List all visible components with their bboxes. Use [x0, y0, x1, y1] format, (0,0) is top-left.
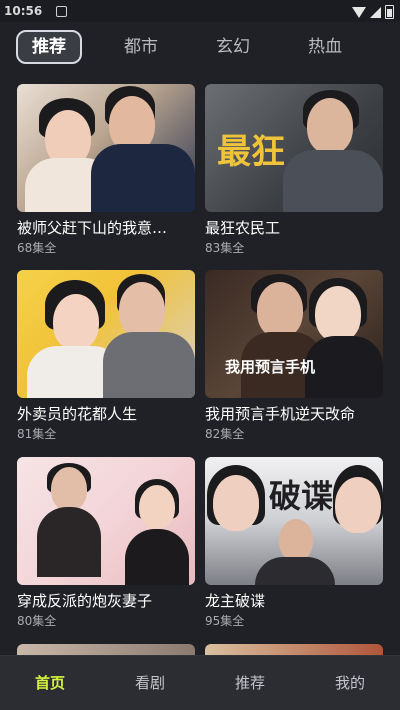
episode-count: 82集全 — [205, 427, 245, 441]
drama-title: 我用预言手机逆天改命 — [205, 405, 356, 423]
status-time: 10:56 — [4, 4, 43, 18]
tab-action[interactable]: 热血 — [292, 30, 358, 64]
drama-title: 最狂农民工 — [205, 219, 281, 237]
tab-recommend[interactable]: 推荐 — [16, 30, 82, 64]
drama-poster[interactable] — [17, 84, 195, 212]
poster-title-text: 我用预言手机 — [225, 358, 316, 376]
episode-count: 95集全 — [205, 614, 245, 628]
drama-card[interactable]: 破谍 龙主破谍 95集全 — [205, 457, 383, 629]
drama-card[interactable]: 最狂 最狂农民工 83集全 — [205, 84, 383, 256]
battery-icon — [385, 5, 394, 19]
signal-icon — [370, 6, 381, 18]
drama-poster[interactable]: 破谍 — [205, 457, 383, 585]
status-icons — [352, 5, 394, 19]
drama-title: 外卖员的花都人生 — [17, 405, 138, 423]
nav-profile[interactable]: 我的 — [300, 656, 400, 710]
status-bar: 10:56 — [0, 0, 400, 22]
tab-urban[interactable]: 都市 — [108, 30, 174, 64]
drama-poster[interactable]: 我用预言手机 — [205, 270, 383, 398]
drama-title: 被师父赶下山的我意… — [17, 219, 168, 237]
episode-count: 80集全 — [17, 614, 57, 628]
nav-watch[interactable]: 看剧 — [100, 656, 200, 710]
drama-title: 龙主破谍 — [205, 592, 266, 610]
drama-card[interactable]: 外卖员的花都人生 81集全 — [17, 270, 195, 442]
drama-title: 穿成反派的炮灰妻子 — [17, 592, 153, 610]
wifi-icon — [352, 6, 366, 18]
drama-card[interactable]: 被师父赶下山的我意… 68集全 — [17, 84, 195, 256]
drama-poster[interactable] — [17, 270, 195, 398]
nav-recommend[interactable]: 推荐 — [200, 656, 300, 710]
drama-card[interactable]: 穿成反派的炮灰妻子 80集全 — [17, 457, 195, 629]
bottom-navigation: 首页 看剧 推荐 我的 — [0, 655, 400, 710]
episode-count: 83集全 — [205, 241, 245, 255]
poster-title-text: 破谍 — [269, 477, 334, 515]
drama-poster[interactable] — [17, 457, 195, 585]
drama-card[interactable]: 我用预言手机 我用预言手机逆天改命 82集全 — [205, 270, 383, 442]
nav-home[interactable]: 首页 — [0, 656, 100, 710]
tab-fantasy[interactable]: 玄幻 — [200, 30, 266, 64]
drama-poster[interactable]: 最狂 — [205, 84, 383, 212]
category-tabs: 推荐 都市 玄幻 热血 — [0, 24, 400, 68]
notification-icon — [56, 6, 67, 17]
poster-title-text: 最狂 — [217, 132, 285, 172]
episode-count: 81集全 — [17, 427, 57, 441]
episode-count: 68集全 — [17, 241, 57, 255]
